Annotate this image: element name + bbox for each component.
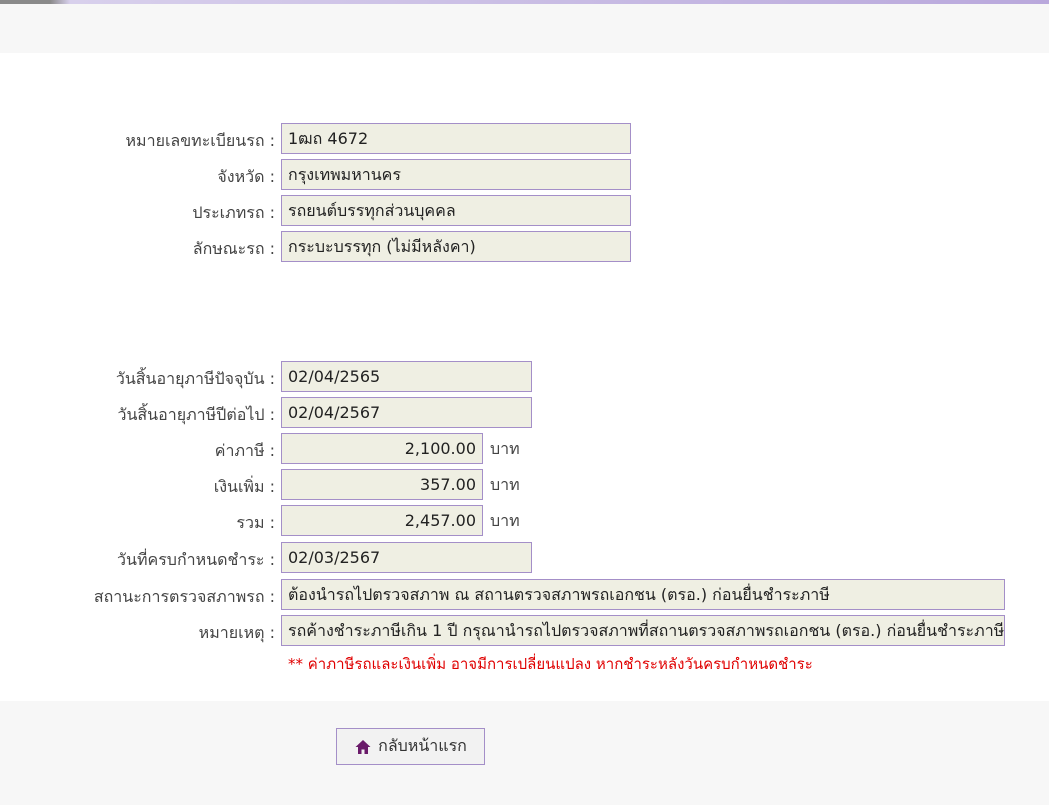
remark-field: รถค้างชำระภาษีเกิน 1 ปี กรุณานำรถไปตรวจส… [281,615,1005,646]
plate-row: หมายเลขทะเบียนรถ : [0,124,276,157]
total-label: รวม : [236,513,275,532]
home-icon [354,738,372,756]
tax-row: ค่าภาษี : [0,434,275,467]
surcharge-row: เงินเพิ่ม : [0,470,275,503]
body-field: กระบะบรรทุก (ไม่มีหลังคา) [281,231,631,262]
remark-label: หมายเหตุ : [198,623,275,642]
footer-band [0,701,1049,805]
type-row: ประเภทรถ : [0,196,275,229]
plate-label: หมายเลขทะเบียนรถ : [125,131,276,150]
inspection-field: ต้องนำรถไปตรวจสภาพ ณ สถานตรวจสภาพรถเอกชน… [281,579,1005,610]
tax-label: ค่าภาษี : [214,441,275,460]
plate-field: 1ฒถ 4672 [281,123,631,154]
current-expiry-field: 02/04/2565 [281,361,532,392]
due-date-label: วันที่ครบกำหนดชำระ : [117,550,275,569]
remark-row: หมายเหตุ : [0,616,275,649]
total-unit: บาท [490,511,520,530]
inspection-label: สถานะการตรวจสภาพรถ : [93,587,275,606]
body-label: ลักษณะรถ : [192,239,275,258]
province-field: กรุงเทพมหานคร [281,159,631,190]
type-label: ประเภทรถ : [192,203,275,222]
surcharge-unit: บาท [490,475,520,494]
tax-field: 2,100.00 [281,433,483,464]
province-label: จังหวัด : [217,167,275,186]
next-expiry-row: วันสิ้นอายุภาษีปีต่อไป : [0,398,275,431]
next-expiry-label: วันสิ้นอายุภาษีปีต่อไป : [117,405,275,424]
province-row: จังหวัด : [0,160,275,193]
due-date-field: 02/03/2567 [281,542,532,573]
total-field: 2,457.00 [281,505,483,536]
current-expiry-row: วันสิ้นอายุภาษีปัจจุบัน : [0,362,275,395]
next-expiry-field: 02/04/2567 [281,397,532,428]
home-button[interactable]: กลับหน้าแรก [336,728,485,765]
home-button-label: กลับหน้าแรก [378,736,467,755]
price-change-notice: ** ค่าภาษีรถและเงินเพิ่ม อาจมีการเปลี่ยน… [288,655,813,673]
surcharge-label: เงินเพิ่ม : [213,477,275,496]
inspection-row: สถานะการตรวจสภาพรถ : [0,580,275,613]
current-expiry-label: วันสิ้นอายุภาษีปัจจุบัน : [115,369,275,388]
total-row: รวม : [0,506,275,539]
header-band [0,4,1049,53]
due-date-row: วันที่ครบกำหนดชำระ : [0,543,275,576]
tax-unit: บาท [490,439,520,458]
surcharge-field: 357.00 [281,469,483,500]
type-field: รถยนต์บรรทุกส่วนบุคคล [281,195,631,226]
body-row: ลักษณะรถ : [0,232,275,265]
